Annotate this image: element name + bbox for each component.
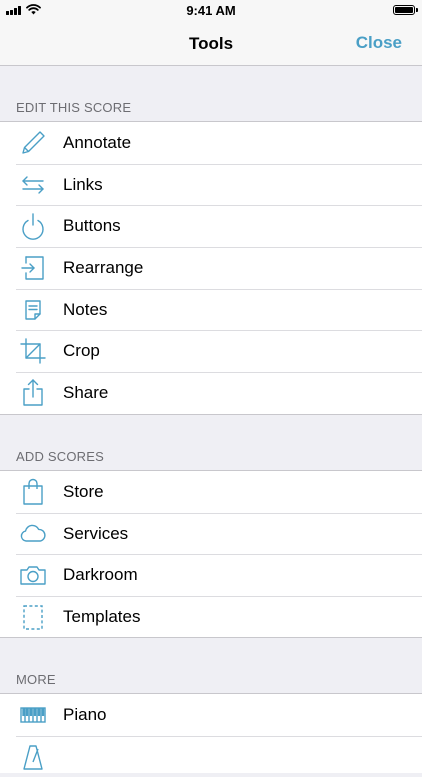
list-item-label: Piano [63, 704, 107, 724]
shopping-bag-icon [18, 477, 48, 507]
list-item-rearrange[interactable]: Rearrange [0, 247, 422, 289]
list-item-label: Buttons [63, 216, 121, 236]
list-item-label: Store [63, 481, 104, 501]
pencil-icon [18, 128, 48, 158]
list-item-piano[interactable]: Piano [0, 694, 422, 736]
list-item-label: Templates [63, 606, 141, 626]
cloud-icon [18, 519, 48, 549]
list-item-partial[interactable] [0, 735, 422, 777]
section-header-edit-this-score: EDIT THIS SCORE [16, 100, 132, 115]
navigation-bar: Tools Close [0, 22, 422, 66]
list-item-label: Darkroom [63, 565, 138, 585]
crop-icon [18, 336, 48, 366]
notes-icon [18, 295, 48, 325]
close-button[interactable]: Close [356, 33, 402, 53]
add-scores-list: Store Services Darkroom Templates [0, 470, 422, 638]
list-item-label: Crop [63, 341, 100, 361]
list-item-services[interactable]: Services [0, 512, 422, 555]
list-item-notes[interactable]: Notes [0, 288, 422, 331]
list-item-label: Annotate [63, 132, 132, 152]
list-item-label: Notes [63, 299, 108, 319]
piano-keyboard-icon [18, 700, 48, 730]
list-item-label: Services [63, 523, 129, 543]
rearrange-icon [18, 253, 48, 283]
dashed-page-icon [18, 602, 48, 632]
camera-icon [18, 560, 48, 590]
list-item-crop[interactable]: Crop [0, 330, 422, 372]
section-header-add-scores: ADD SCORES [16, 449, 104, 464]
power-button-icon [18, 211, 48, 241]
list-item-links[interactable]: Links [0, 163, 422, 206]
metronome-icon [18, 742, 48, 772]
edit-this-score-list: Annotate Links Buttons Rearrange Notes C… [0, 121, 422, 415]
list-item-templates[interactable]: Templates [0, 596, 422, 638]
list-item-darkroom[interactable]: Darkroom [0, 554, 422, 596]
share-icon [18, 378, 48, 408]
status-bar: 9:41 AM [0, 0, 422, 22]
more-list: Piano [0, 693, 422, 773]
list-item-label: Rearrange [63, 257, 144, 277]
list-item-label: Links [63, 174, 103, 194]
list-item-share[interactable]: Share [0, 372, 422, 414]
status-time: 9:41 AM [186, 3, 236, 18]
list-item-label: Share [63, 382, 109, 402]
list-item-store[interactable]: Store [0, 471, 422, 513]
list-item-annotate[interactable]: Annotate [0, 122, 422, 164]
list-item-buttons[interactable]: Buttons [0, 205, 422, 247]
links-arrows-icon [18, 170, 48, 200]
section-header-more: MORE [16, 672, 56, 687]
battery-icon [393, 5, 418, 15]
